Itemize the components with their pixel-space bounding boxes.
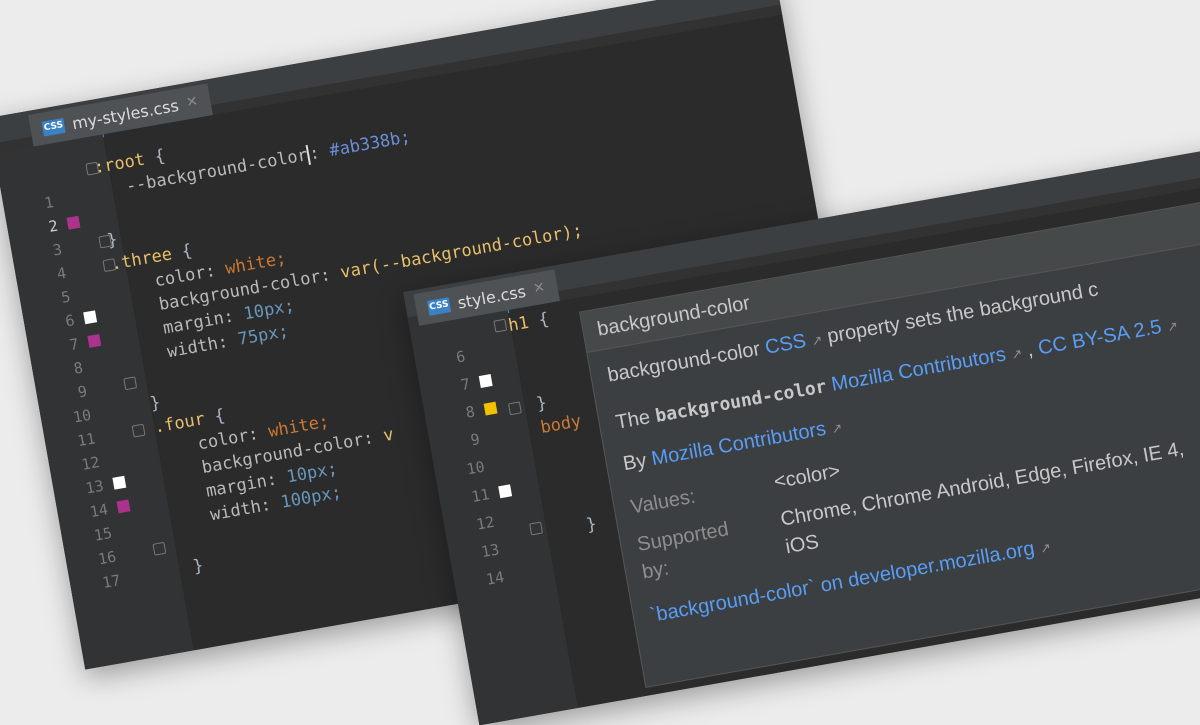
external-link-icon: ↗ xyxy=(1010,345,1024,363)
external-link-icon: ↗ xyxy=(1165,318,1180,335)
license-link[interactable]: CC BY-SA 2.5 xyxy=(1036,316,1163,359)
selector: body xyxy=(538,411,583,438)
fold-icon[interactable] xyxy=(529,521,544,536)
fold-icon[interactable] xyxy=(493,318,508,333)
brace: { xyxy=(170,240,194,264)
color-swatch-white[interactable] xyxy=(478,374,493,388)
contributors-link[interactable]: Mozilla Contributors xyxy=(830,343,1008,395)
fold-icon[interactable] xyxy=(152,541,167,556)
color-swatch-white[interactable] xyxy=(83,310,98,325)
brace: { xyxy=(526,309,551,333)
color-swatch-yellow[interactable] xyxy=(483,401,498,416)
css-file-icon: CSS xyxy=(426,296,452,316)
brace: { xyxy=(143,146,167,170)
fold-icon[interactable] xyxy=(123,376,138,391)
color-swatch-magenta[interactable] xyxy=(87,333,102,348)
contributors-link[interactable]: Mozilla Contributors xyxy=(650,418,828,470)
fold-icon[interactable] xyxy=(507,401,522,416)
external-link-icon: ↗ xyxy=(830,419,844,437)
brace: { xyxy=(203,405,227,429)
external-link-icon: ↗ xyxy=(810,332,824,349)
css-file-icon: CSS xyxy=(41,117,66,137)
popup-mdn-row: `background-color` on developer.mozilla.… xyxy=(648,535,1053,628)
color-swatch-magenta[interactable] xyxy=(66,215,81,230)
close-icon[interactable]: ✕ xyxy=(532,279,546,297)
external-link-icon: ↗ xyxy=(1038,539,1053,557)
fold-icon[interactable] xyxy=(131,423,146,438)
css-link[interactable]: CSS xyxy=(763,330,807,359)
color-swatch-white[interactable] xyxy=(498,484,513,499)
color-swatch-magenta[interactable] xyxy=(116,499,131,514)
color-swatch-white[interactable] xyxy=(112,475,127,490)
close-icon[interactable]: ✕ xyxy=(185,93,199,111)
